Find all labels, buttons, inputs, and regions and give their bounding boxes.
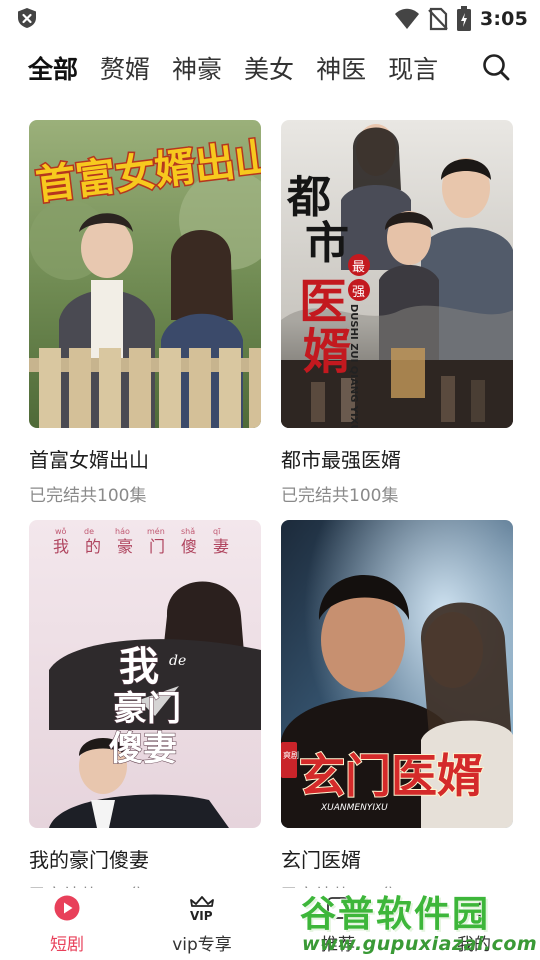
drama-episode-status: 已完结共100集	[281, 486, 399, 506]
poster-title-text: 玄门医婿	[299, 749, 483, 803]
search-icon[interactable]	[479, 50, 513, 84]
drama-poster[interactable]: 首富女婿出山	[29, 120, 261, 428]
drama-title: 我的豪门傻妻	[29, 848, 149, 872]
poster-title-char: 医	[299, 274, 347, 330]
drama-poster[interactable]: wǒ de háo mén shǎ qī 我 的 豪 门 傻 妻 我 de 豪门…	[29, 520, 261, 828]
tab-zhuixu[interactable]: 赘婿	[100, 50, 150, 86]
nav-label: vip专享	[172, 935, 232, 955]
drama-poster[interactable]: 爽剧 玄门医婿 XUANMENYIXU	[281, 520, 513, 828]
poster-title-char: 豪门	[113, 689, 181, 729]
status-bar: 3:05	[0, 0, 540, 38]
drama-card[interactable]: 都 市 医 婿 最 强 DUSHI ZUI QIANG YIXU 都市最强医婿 …	[281, 120, 513, 506]
poster-top-pinyin: de	[84, 527, 94, 536]
watermark-name: 谷普软件园	[300, 894, 491, 935]
poster-title-char: 市	[305, 218, 349, 269]
poster-top-pinyin: shǎ	[181, 527, 195, 536]
poster-pinyin: XUANMENYIXU	[320, 803, 388, 813]
no-sim-icon	[428, 7, 448, 31]
poster-title-char: 婿	[303, 324, 351, 380]
tab-shenyi[interactable]: 神医	[316, 50, 366, 86]
drama-title: 首富女婿出山	[29, 448, 149, 472]
battery-charging-icon	[456, 6, 471, 31]
drama-title: 都市最强医婿	[281, 448, 401, 472]
drama-title: 玄门医婿	[281, 848, 361, 872]
nav-label: 短剧	[50, 935, 84, 955]
poster-top-char: 傻	[181, 537, 197, 556]
status-time: 3:05	[479, 8, 528, 30]
play-icon	[54, 895, 80, 921]
poster-top-char: 豪	[117, 537, 133, 556]
poster-badge-char: 最	[352, 260, 365, 275]
tab-xianyan[interactable]: 现言	[388, 50, 438, 86]
watermark: 谷普软件园 www.gupuxiazai.com	[296, 883, 540, 960]
poster-top-char: 妻	[213, 537, 229, 556]
drama-episode-status: 已完结共100集	[29, 486, 147, 506]
wifi-icon	[394, 8, 419, 29]
poster-top-char: 门	[149, 537, 165, 556]
poster-top-pinyin: mén	[147, 526, 165, 536]
drama-poster[interactable]: 都 市 医 婿 最 强 DUSHI ZUI QIANG YIXU	[281, 120, 513, 428]
category-tabs: 全部 赘婿 神豪 美女 神医 现言	[28, 48, 460, 88]
poster-title-char: 都	[286, 172, 331, 223]
tab-meinv[interactable]: 美女	[244, 50, 294, 86]
poster-title-char: 我	[119, 643, 159, 690]
shield-icon	[18, 8, 36, 28]
poster-badge-text: 爽剧	[283, 751, 299, 760]
watermark-url: www.gupuxiazai.com	[302, 933, 538, 955]
poster-badge-char: 强	[352, 285, 365, 300]
drama-card[interactable]: 爽剧 玄门医婿 XUANMENYIXU 玄门医婿 已完结共100集	[281, 520, 513, 906]
poster-top-char: 我	[53, 537, 69, 556]
poster-title-char: 傻妻	[109, 729, 177, 769]
poster-small-text: de	[169, 653, 186, 669]
nav-vip[interactable]: VIP vip专享	[152, 894, 252, 955]
tab-all[interactable]: 全部	[28, 50, 78, 86]
poster-top-pinyin: wǒ	[55, 526, 67, 536]
vip-icon-text: VIP	[190, 909, 213, 922]
vip-crown-icon: VIP	[190, 896, 214, 923]
poster-top-char: 的	[85, 537, 101, 556]
poster-pinyin: DUSHI ZUI QIANG YIXU	[348, 304, 359, 428]
nav-short-drama[interactable]: 短剧	[17, 894, 117, 955]
drama-card[interactable]: wǒ de háo mén shǎ qī 我 的 豪 门 傻 妻 我 de 豪门…	[29, 520, 261, 906]
drama-card[interactable]: 首富女婿出山 首富女婿出山 已完结共100集	[29, 120, 261, 506]
tab-shenhao[interactable]: 神豪	[172, 50, 222, 86]
poster-top-pinyin: qī	[213, 527, 221, 536]
poster-top-pinyin: háo	[115, 527, 130, 536]
